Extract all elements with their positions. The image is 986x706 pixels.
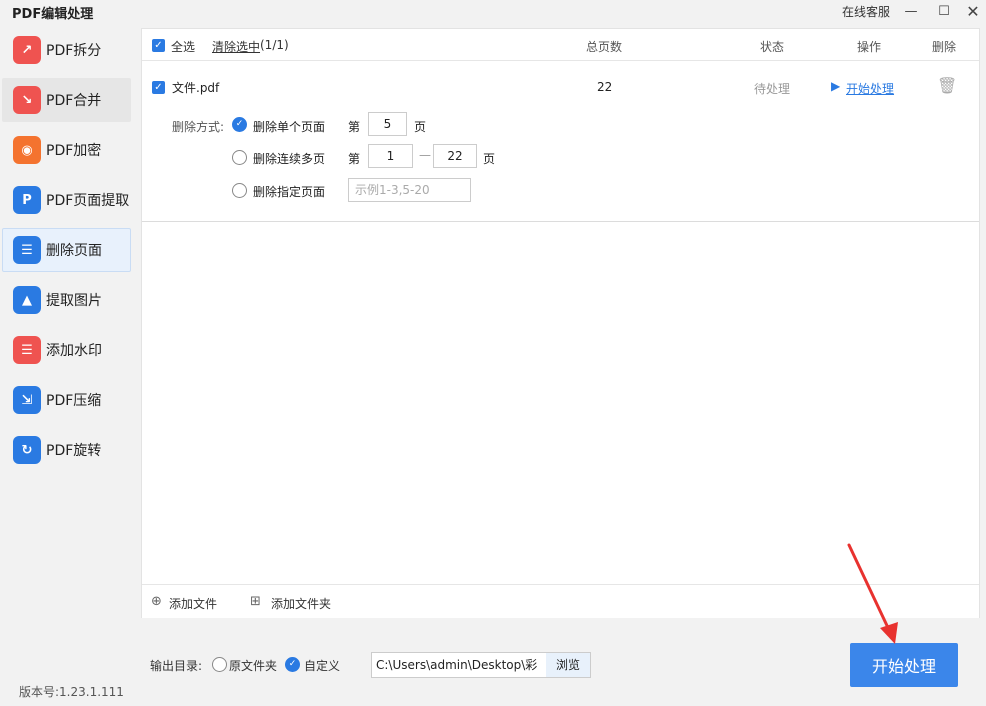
annotation-arrow-icon <box>840 540 910 650</box>
radio-original-folder[interactable] <box>212 657 227 672</box>
sidebar-item-rotate[interactable]: ↻ PDF旋转 <box>2 428 131 472</box>
browse-button[interactable]: 浏览 <box>546 653 590 677</box>
play-icon: ▶ <box>831 79 840 93</box>
radio-single-page-label[interactable]: 删除单个页面 <box>253 118 325 135</box>
sidebar-item-page-extract[interactable]: P PDF页面提取 <box>2 178 131 222</box>
clear-selection-link[interactable]: 清除选中 <box>212 38 260 55</box>
specific-pages-input[interactable]: 示例1-3,5-20 <box>348 178 471 202</box>
sidebar-item-label: 添加水印 <box>46 340 102 360</box>
maximize-icon[interactable]: ☐ <box>931 0 957 22</box>
file-name: 文件.pdf <box>172 79 219 96</box>
sidebar-item-label: PDF压缩 <box>46 390 101 410</box>
column-delete: 删除 <box>932 38 956 55</box>
radio-range-pages[interactable] <box>232 150 247 165</box>
file-total-pages: 22 <box>597 80 612 94</box>
sidebar-item-encrypt[interactable]: ◉ PDF加密 <box>2 128 131 172</box>
single-page-input[interactable]: 5 <box>368 112 407 136</box>
page-prefix-label: 第 <box>348 150 360 167</box>
sidebar-item-merge[interactable]: ↘ PDF合并 <box>2 78 131 122</box>
column-status: 状态 <box>760 38 784 55</box>
delete-mode-label: 删除方式: <box>172 118 224 135</box>
add-folder-icon: ⊞ <box>250 594 261 609</box>
radio-original-folder-label[interactable]: 原文件夹 <box>229 657 277 674</box>
add-circle-icon: ⊕ <box>151 594 162 609</box>
column-action: 操作 <box>857 38 881 55</box>
sidebar: ↗ PDF拆分 ↘ PDF合并 ◉ PDF加密 P PDF页面提取 ☰ 删除页面… <box>0 28 136 668</box>
delete-page-icon: ☰ <box>13 236 41 264</box>
range-from-input[interactable]: 1 <box>368 144 413 168</box>
range-to-input[interactable]: 22 <box>433 144 477 168</box>
sidebar-item-label: PDF合并 <box>46 90 101 110</box>
watermark-icon: ☰ <box>13 336 41 364</box>
page-extract-icon: P <box>13 186 41 214</box>
lock-icon: ◉ <box>13 136 41 164</box>
sidebar-item-compress[interactable]: ⇲ PDF压缩 <box>2 378 131 422</box>
radio-single-page[interactable]: ✓ <box>232 117 247 132</box>
radio-specific-pages-label[interactable]: 删除指定页面 <box>253 183 325 200</box>
close-icon[interactable]: ✕ <box>960 0 986 22</box>
output-dir-label: 输出目录: <box>150 657 202 674</box>
trash-icon[interactable]: 🗑 <box>937 76 957 95</box>
sidebar-item-label: PDF页面提取 <box>46 190 129 210</box>
selection-count: (1/1) <box>260 38 289 52</box>
radio-specific-pages[interactable] <box>232 183 247 198</box>
split-icon: ↗ <box>13 36 41 64</box>
app-title: PDF编辑处理 <box>12 3 93 22</box>
range-separator: — <box>419 148 431 162</box>
sidebar-item-split[interactable]: ↗ PDF拆分 <box>2 28 131 72</box>
radio-range-pages-label[interactable]: 删除连续多页 <box>253 150 325 167</box>
sidebar-item-image-extract[interactable]: ▲ 提取图片 <box>2 278 131 322</box>
file-checkbox[interactable]: ✓ <box>152 81 165 94</box>
column-total-pages: 总页数 <box>586 38 622 55</box>
compress-icon: ⇲ <box>13 386 41 414</box>
page-suffix-label: 页 <box>483 150 495 167</box>
title-bar: PDF编辑处理 在线客服 — ☐ ✕ <box>0 0 986 22</box>
add-folder-button[interactable]: 添加文件夹 <box>271 595 331 612</box>
sidebar-item-delete-page[interactable]: ☰ 删除页面 <box>2 228 131 272</box>
rotate-icon: ↻ <box>13 436 41 464</box>
add-file-button[interactable]: 添加文件 <box>169 595 217 612</box>
sidebar-item-label: PDF拆分 <box>46 40 101 60</box>
image-extract-icon: ▲ <box>13 286 41 314</box>
radio-custom-folder-label[interactable]: 自定义 <box>304 657 340 674</box>
start-process-link[interactable]: 开始处理 <box>846 80 894 97</box>
sidebar-item-watermark[interactable]: ☰ 添加水印 <box>2 328 131 372</box>
merge-icon: ↘ <box>13 86 41 114</box>
radio-custom-folder[interactable]: ✓ <box>285 657 300 672</box>
sidebar-item-label: PDF加密 <box>46 140 101 160</box>
table-header: ✓ 全选 清除选中 (1/1) 总页数 状态 操作 删除 <box>142 29 979 61</box>
select-all-label[interactable]: 全选 <box>171 38 195 55</box>
minimize-icon[interactable]: — <box>898 0 924 22</box>
page-suffix-label: 页 <box>414 118 426 135</box>
file-panel: ✓ 全选 清除选中 (1/1) 总页数 状态 操作 删除 ✓ 文件.pdf 22… <box>141 28 980 618</box>
select-all-checkbox[interactable]: ✓ <box>152 39 165 52</box>
file-status: 待处理 <box>754 80 790 97</box>
online-service-link[interactable]: 在线客服 <box>842 3 890 20</box>
sidebar-item-label: 删除页面 <box>46 240 102 260</box>
sidebar-item-label: PDF旋转 <box>46 440 101 460</box>
version-text: 版本号:1.23.1.111 <box>19 683 124 700</box>
page-prefix-label: 第 <box>348 118 360 135</box>
sidebar-item-label: 提取图片 <box>46 290 102 310</box>
table-row: ✓ 文件.pdf 22 待处理 ▶ 开始处理 🗑 删除方式: ✓ 删除单个页面 … <box>142 62 979 222</box>
